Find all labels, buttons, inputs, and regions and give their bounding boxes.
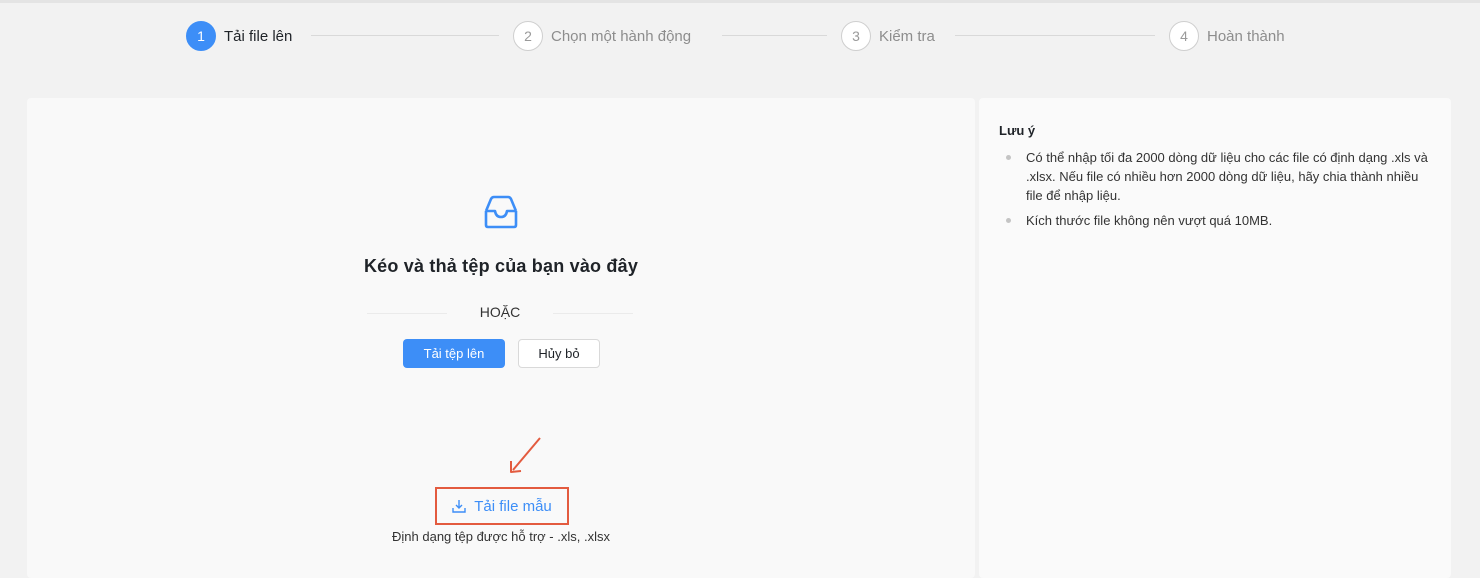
bullet-icon (1006, 218, 1011, 223)
notes-list: Có thể nhập tối đa 2000 dòng dữ liệu cho… (999, 148, 1429, 236)
top-divider (0, 0, 1480, 3)
annotation-arrow-icon (510, 437, 541, 473)
download-template-label: Tải file mẫu (474, 497, 552, 515)
step-connector (722, 35, 827, 36)
step-label: Tải file lên (224, 27, 293, 45)
download-icon (452, 500, 466, 513)
note-text: Kích thước file không nên vượt quá 10MB. (1026, 213, 1273, 228)
step-number: 1 (186, 21, 216, 51)
list-item: Kích thước file không nên vượt quá 10MB. (999, 211, 1429, 230)
step-upload[interactable]: 1 Tải file lên (186, 20, 292, 52)
step-label: Hoàn thành (1207, 27, 1285, 45)
stepper: 1 Tải file lên 2 Chọn một hành động 3 Ki… (0, 20, 1480, 52)
step-connector (955, 35, 1155, 36)
step-number: 4 (1169, 21, 1199, 51)
download-template-link[interactable]: Tải file mẫu (435, 487, 569, 525)
list-item: Có thể nhập tối đa 2000 dòng dữ liệu cho… (999, 148, 1429, 205)
upload-dropzone[interactable]: Kéo và thả tệp của bạn vào đây HOẶC Tải … (27, 98, 975, 578)
supported-formats: Định dạng tệp được hỗ trợ - .xls, .xlsx (392, 529, 610, 544)
step-complete[interactable]: 4 Hoàn thành (1169, 20, 1285, 52)
or-text: HOẶC (479, 304, 521, 320)
note-text: Có thể nhập tối đa 2000 dòng dữ liệu cho… (1026, 150, 1428, 203)
divider-line (553, 313, 633, 314)
step-number: 3 (841, 21, 871, 51)
dropzone-title: Kéo và thả tệp của bạn vào đây (363, 256, 639, 276)
or-divider: HOẶC (367, 302, 633, 324)
upload-file-button[interactable]: Tải tệp lên (403, 339, 505, 368)
step-label: Chọn một hành động (551, 27, 692, 45)
bullet-icon (1006, 155, 1011, 160)
inbox-icon (484, 195, 518, 229)
step-label: Kiểm tra (879, 27, 935, 45)
step-number: 2 (513, 21, 543, 51)
notes-panel: Lưu ý Có thể nhập tối đa 2000 dòng dữ li… (979, 98, 1451, 578)
notes-title: Lưu ý (999, 123, 1036, 138)
cancel-button[interactable]: Hủy bỏ (518, 339, 600, 368)
step-review[interactable]: 3 Kiểm tra (841, 20, 935, 52)
step-connector (311, 35, 499, 36)
step-choose-action[interactable]: 2 Chọn một hành động (513, 20, 691, 52)
